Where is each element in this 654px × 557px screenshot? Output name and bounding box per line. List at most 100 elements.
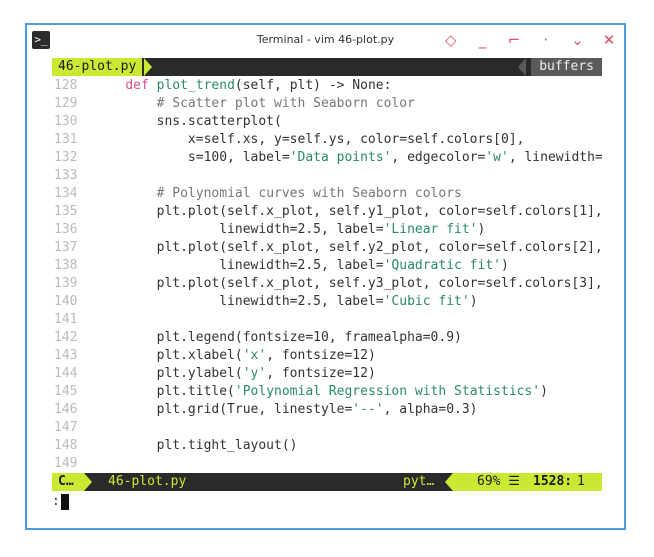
code-line[interactable]: 146 plt.grid(True, linestyle='--', alpha… (52, 401, 602, 419)
string-token: 'Linear fit' (383, 222, 478, 237)
position-section: 69% ☰ 1528: 1 (453, 473, 602, 491)
vim-statusline: C… 46-plot.py pyt… 69% ☰ 1528: 1 (52, 473, 602, 491)
code-line[interactable]: 134 # Polynomial curves with Seaborn col… (52, 185, 602, 203)
string-token: 'Quadratic fit' (383, 258, 501, 273)
code-token: plt.tight_layout() (94, 438, 298, 453)
status-filename: 46-plot.py (108, 474, 187, 489)
vim-tabline: 46-plot.py buffers (52, 58, 602, 76)
code-token: sns.scatterplot( (94, 114, 282, 129)
code-token: plt.title( (94, 384, 235, 399)
line-number: 145 (54, 384, 78, 399)
string-token: 'y' (242, 366, 267, 381)
code-token: plt.xlabel( (94, 348, 243, 363)
code-token: ) (540, 384, 548, 399)
code-line[interactable]: 142 plt.legend(fontsize=10, framealpha=0… (52, 329, 602, 347)
line-number: 134 (54, 186, 78, 201)
code-editor[interactable]: 128 def plot_trend(self, plt) -> None: 12… (52, 77, 602, 471)
code-token: plt.grid(True, linestyle= (94, 402, 353, 417)
code-line[interactable]: 133 (52, 167, 602, 185)
tab-separator (144, 58, 152, 76)
code-token: , edgecolor= (391, 150, 486, 165)
close-icon[interactable]: ✕ (600, 30, 618, 50)
cursor (60, 493, 69, 510)
chevron-down-icon[interactable]: ⌄ (568, 30, 586, 50)
line-number: 130 (54, 114, 78, 129)
code-token: plt.ylabel( (94, 366, 243, 381)
code-line[interactable]: 144 plt.ylabel('y', fontsize=12) (52, 365, 602, 383)
pin-icon[interactable]: ◇ (442, 30, 460, 50)
line-number: 147 (54, 420, 78, 435)
command-line[interactable]: : (52, 493, 69, 511)
string-token: '--' (352, 402, 384, 417)
line-number: 144 (54, 366, 78, 381)
line-number: 132 (54, 150, 78, 165)
line-number: 131 (54, 132, 78, 147)
code-token: linewidth=2.5, label= (94, 294, 384, 309)
line-number: 146 (54, 402, 78, 417)
line-number: 138 (54, 258, 78, 273)
code-line[interactable]: 128 def plot_trend(self, plt) -> None: (52, 77, 602, 95)
status-filetype: pyt… (403, 474, 435, 489)
code-token: ) (501, 258, 509, 273)
mode-indicator: C… (52, 473, 84, 491)
code-line[interactable]: 135 plt.plot(self.x_plot, self.y1_plot, … (52, 203, 602, 221)
code-token: x=self.xs, y=self.ys, color=self.colors[… (94, 132, 525, 147)
code-line[interactable]: 141 (52, 311, 602, 329)
line-number: 140 (54, 294, 78, 309)
line-number: 141 (54, 312, 78, 327)
status-column: 1 (577, 474, 585, 489)
code-token: plt.plot(self.x_plot, self.y1_plot, colo… (94, 204, 602, 219)
code-line[interactable]: 143 plt.xlabel('x', fontsize=12) (52, 347, 602, 365)
code-token: linewidth=2.5, label= (94, 258, 384, 273)
line-number: 135 (54, 204, 78, 219)
maximize-icon[interactable]: ⌐ (505, 30, 523, 50)
code-line[interactable]: 139 plt.plot(self.x_plot, self.y3_plot, … (52, 275, 602, 293)
string-token: 'Data points' (289, 150, 392, 165)
string-token: 'Cubic fit' (383, 294, 470, 309)
line-number: 139 (54, 276, 78, 291)
line-number: 136 (54, 222, 78, 237)
dot-icon[interactable]: · (537, 30, 555, 50)
code-line[interactable]: 136 linewidth=2.5, label='Linear fit') (52, 221, 602, 239)
code-line[interactable]: 137 plt.plot(self.x_plot, self.y2_plot, … (52, 239, 602, 257)
string-token: 'w' (485, 150, 509, 165)
code-token: , fontsize=12) (266, 348, 376, 363)
code-line[interactable]: 129 # Scatter plot with Seaborn color (52, 95, 602, 113)
line-number: 142 (54, 330, 78, 345)
line-number: 133 (54, 168, 78, 183)
command-prompt: : (52, 494, 60, 509)
code-line[interactable]: 147 (52, 419, 602, 437)
buffers-label: buffers (531, 58, 602, 76)
code-line[interactable]: 130 sns.scatterplot( (52, 113, 602, 131)
terminal-screen[interactable]: 46-plot.py buffers 128 def plot_trend(se… (27, 57, 624, 528)
window-controls: ◇ _ ⌐ · ⌄ ✕ (438, 30, 618, 50)
code-token: plt.legend(fontsize=10, framealpha=0.9) (94, 330, 462, 345)
line-number: 148 (54, 438, 78, 453)
title-bar[interactable]: >_ Terminal - vim 46-plot.py ◇ _ ⌐ · ⌄ ✕ (27, 25, 624, 57)
code-line[interactable]: 138 linewidth=2.5, label='Quadratic fit'… (52, 257, 602, 275)
code-token: linewidth=2.5, label= (94, 222, 384, 237)
code-line[interactable]: 131 x=self.xs, y=self.ys, color=self.col… (52, 131, 602, 149)
comment-token: # Polynomial curves with Seaborn colors (156, 186, 462, 201)
comment-token: # Scatter plot with Seaborn color (156, 96, 415, 111)
buffers-separator (518, 58, 526, 76)
minimize-icon[interactable]: _ (473, 30, 491, 50)
code-token: s=100, label= (94, 150, 290, 165)
code-line[interactable]: 145 plt.title('Polynomial Regression wit… (52, 383, 602, 401)
terminal-window: >_ Terminal - vim 46-plot.py ◇ _ ⌐ · ⌄ ✕… (25, 23, 626, 530)
code-line[interactable]: 132 s=100, label='Data points', edgecolo… (52, 149, 602, 167)
position-separator (445, 473, 453, 491)
line-number: 137 (54, 240, 78, 255)
code-line[interactable]: 140 linewidth=2.5, label='Cubic fit') (52, 293, 602, 311)
code-token: ) (477, 222, 486, 237)
tab-46-plot[interactable]: 46-plot.py (52, 58, 143, 76)
code-line[interactable]: 149 (52, 455, 602, 471)
line-number: 128 (54, 78, 78, 93)
code-token: (self, plt) -> None: (234, 78, 392, 93)
code-token: , alpha=0.3) (383, 402, 478, 417)
mode-separator (84, 473, 92, 491)
code-line[interactable]: 148 plt.tight_layout() (52, 437, 602, 455)
